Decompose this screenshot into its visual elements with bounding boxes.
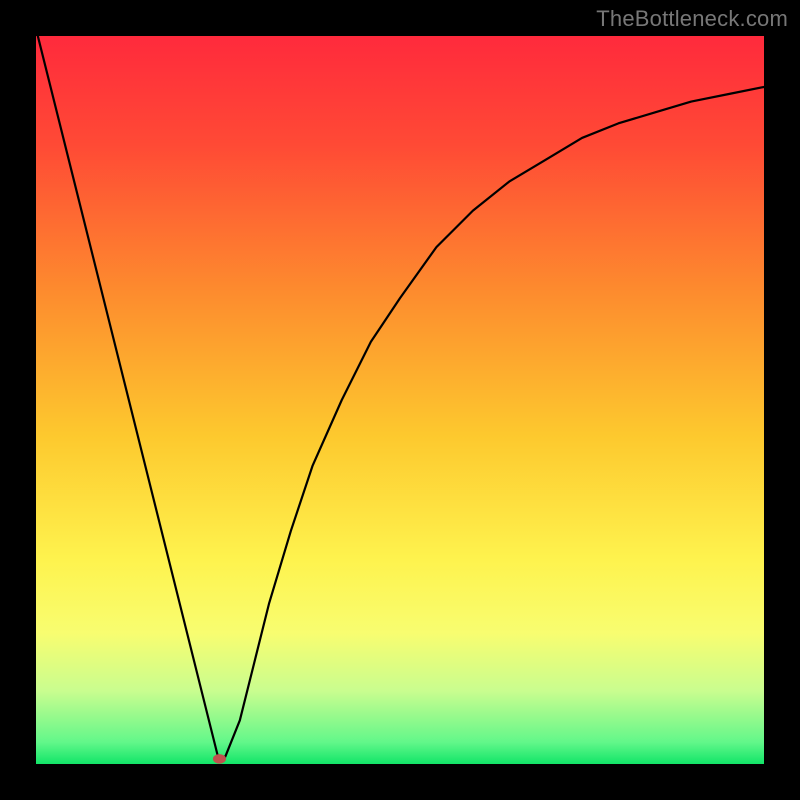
bottleneck-curve bbox=[36, 36, 764, 757]
watermark-text: TheBottleneck.com bbox=[596, 6, 788, 32]
chart-curve-layer bbox=[36, 36, 764, 764]
plot-area bbox=[36, 36, 764, 764]
chart-frame: TheBottleneck.com bbox=[0, 0, 800, 800]
optimal-point-marker bbox=[213, 754, 226, 763]
